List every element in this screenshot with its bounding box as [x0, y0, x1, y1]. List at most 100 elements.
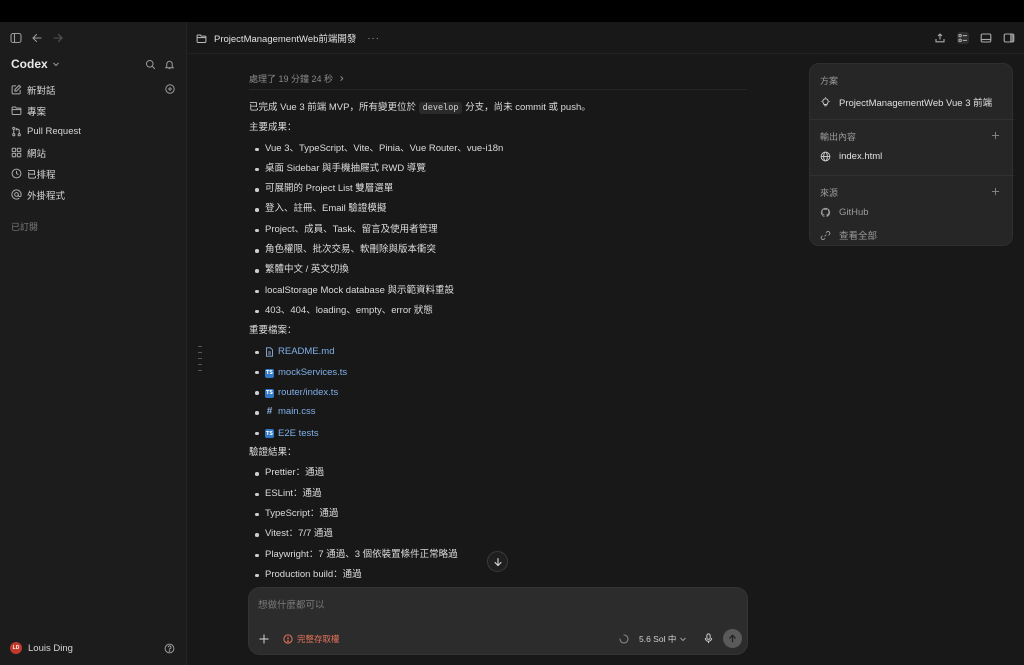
divider — [249, 89, 747, 90]
sidebar-item-label: 網站 — [27, 148, 47, 160]
assistant-message: 處理了 19 分鐘 24 秒 已完成 Vue 3 前端 MVP，所有變更位於 d… — [249, 70, 749, 585]
user-name: Louis Ding — [28, 642, 73, 654]
files-heading: 重要檔案： — [249, 325, 297, 337]
list-item: README.md — [249, 342, 749, 362]
list-item: localStorage Mock database 與示範資料重設 — [249, 281, 749, 301]
arrow-up-icon — [728, 634, 737, 643]
document-icon — [265, 347, 274, 357]
output-item[interactable]: index.html — [820, 151, 1008, 162]
back-arrow-icon[interactable] — [31, 32, 43, 44]
sidebar-item-sites[interactable]: 網站 — [0, 142, 187, 163]
app-window: Codex 新對話 專案 Pull Request 網站 已排程 外掛程式 已訂… — [0, 22, 1024, 665]
list-item: TS E2E tests — [249, 423, 749, 443]
typescript-icon: TS — [265, 429, 274, 439]
sidebar-item-label: 已排程 — [27, 169, 56, 181]
microphone-icon[interactable] — [703, 633, 714, 644]
plus-icon[interactable] — [258, 633, 270, 645]
access-level-label: 完整存取權 — [297, 634, 340, 644]
folder-icon — [196, 33, 207, 44]
list-item: 403、404、loading、empty、error 狀態 — [249, 301, 749, 321]
scroll-to-bottom-button[interactable] — [487, 551, 508, 572]
divider — [810, 175, 1014, 176]
list-item: 繁體中文 / 英文切換 — [249, 260, 749, 280]
list-item: Vue 3、TypeScript、Vite、Pinia、Vue Router、v… — [249, 139, 749, 159]
github-icon — [820, 207, 831, 218]
plan-item[interactable]: ProjectManagementWeb Vue 3 前端 — [820, 95, 1008, 109]
list-item: 登入、註冊、Email 驗證模擬 — [249, 199, 749, 219]
chevron-down-icon — [679, 635, 687, 643]
subscribed-section-label: 已訂閱 — [11, 222, 39, 232]
file-link-main-css[interactable]: # main.css — [265, 402, 316, 422]
add-source-icon[interactable] — [991, 187, 1000, 196]
outcomes-list: Vue 3、TypeScript、Vite、Pinia、Vue Router、v… — [249, 139, 749, 322]
list-item: 角色權限、批次交易、軟刪除與版本衝突 — [249, 240, 749, 260]
output-heading: 輸出內容 — [820, 132, 857, 142]
model-label: 5.6 Sol 中 — [639, 634, 677, 644]
list-item: # main.css — [249, 402, 749, 422]
forward-arrow-icon[interactable] — [52, 32, 64, 44]
add-output-icon[interactable] — [991, 131, 1000, 140]
share-icon[interactable] — [934, 32, 946, 44]
send-button[interactable] — [723, 629, 742, 648]
chevron-right-icon — [338, 75, 345, 82]
terminal-panel-icon[interactable] — [980, 32, 992, 44]
source-item-github[interactable]: GitHub — [820, 207, 1008, 218]
file-link-mock-services[interactable]: TS mockServices.ts — [265, 363, 347, 383]
grid-icon — [11, 147, 22, 158]
sidebar-item-label: 專案 — [27, 106, 47, 118]
toggle-sidebar-icon[interactable] — [10, 32, 22, 44]
at-icon — [11, 189, 22, 200]
message-composer: 完整存取權 5.6 Sol 中 — [248, 587, 748, 655]
sidebar-item-label: 新對話 — [27, 85, 56, 97]
bell-icon[interactable] — [164, 59, 175, 70]
scroll-position-markers[interactable] — [198, 346, 202, 376]
lightbulb-icon — [820, 96, 831, 108]
prompt-input[interactable] — [258, 597, 738, 613]
files-list: README.md TS mockServices.ts TS router/i… — [249, 342, 749, 443]
file-link-e2e-tests[interactable]: TS E2E tests — [265, 424, 319, 444]
sidebar-item-label: 外掛程式 — [27, 190, 66, 202]
branch-name-code: develop — [418, 102, 463, 114]
sidebar-item-pull-request[interactable]: Pull Request — [0, 121, 187, 142]
task-list-icon[interactable] — [957, 32, 969, 44]
output-item-label: index.html — [839, 151, 883, 162]
processing-time-toggle[interactable]: 處理了 19 分鐘 24 秒 — [249, 70, 749, 86]
view-all-link[interactable]: 查看全部 — [820, 228, 1008, 242]
sidebar-item-new-chat[interactable]: 新對話 — [0, 79, 187, 100]
workspace-switcher[interactable]: Codex — [11, 57, 60, 71]
help-icon[interactable] — [164, 643, 175, 654]
sidebar-item-plugins[interactable]: 外掛程式 — [0, 184, 187, 205]
sidebar-nav: 新對話 專案 Pull Request 網站 已排程 外掛程式 — [0, 79, 187, 205]
more-options-button[interactable]: ··· — [367, 33, 380, 44]
clock-icon — [11, 168, 22, 179]
side-panel-icon[interactable] — [1003, 32, 1015, 44]
plus-circle-icon[interactable] — [165, 84, 175, 94]
model-selector[interactable]: 5.6 Sol 中 — [639, 633, 687, 645]
search-icon[interactable] — [145, 59, 156, 70]
list-item: 桌面 Sidebar 與手機抽屜式 RWD 導覽 — [249, 159, 749, 179]
sidebar: Codex 新對話 專案 Pull Request 網站 已排程 外掛程式 已訂… — [0, 22, 187, 665]
list-item: TS router/index.ts — [249, 382, 749, 402]
sidebar-item-scheduled[interactable]: 已排程 — [0, 163, 187, 184]
thread-title-bar: ProjectManagementWeb前端開發 ··· — [196, 31, 380, 45]
plan-item-label: ProjectManagementWeb Vue 3 前端 — [839, 98, 993, 109]
verify-heading: 驗證結果： — [249, 447, 297, 459]
divider — [810, 119, 1014, 120]
sources-heading: 來源 — [820, 188, 839, 198]
context-panel: 方案 ProjectManagementWeb Vue 3 前端 輸出內容 in… — [809, 63, 1014, 246]
view-all-label: 查看全部 — [839, 231, 878, 242]
thread-title: ProjectManagementWeb前端開發 — [214, 34, 357, 45]
sidebar-item-projects[interactable]: 專案 — [0, 100, 187, 121]
hash-icon: # — [266, 406, 273, 418]
outcomes-heading: 主要成果： — [249, 122, 297, 134]
access-level-button[interactable]: 完整存取權 — [283, 633, 340, 645]
globe-icon — [820, 151, 831, 162]
list-item: Prettier：通過 — [249, 463, 749, 483]
processing-time: 處理了 19 分鐘 24 秒 — [249, 73, 334, 84]
user-profile[interactable]: LD Louis Ding — [10, 642, 73, 654]
file-link-readme[interactable]: README.md — [265, 342, 334, 362]
file-link-router-index[interactable]: TS router/index.ts — [265, 383, 338, 403]
list-item: TypeScript：通過 — [249, 504, 749, 524]
main-area: ProjectManagementWeb前端開發 ··· 處理了 19 分鐘 2… — [187, 22, 1024, 665]
summary-line: 已完成 Vue 3 前端 MVP，所有變更位於 develop 分支，尚未 co… — [249, 102, 591, 114]
